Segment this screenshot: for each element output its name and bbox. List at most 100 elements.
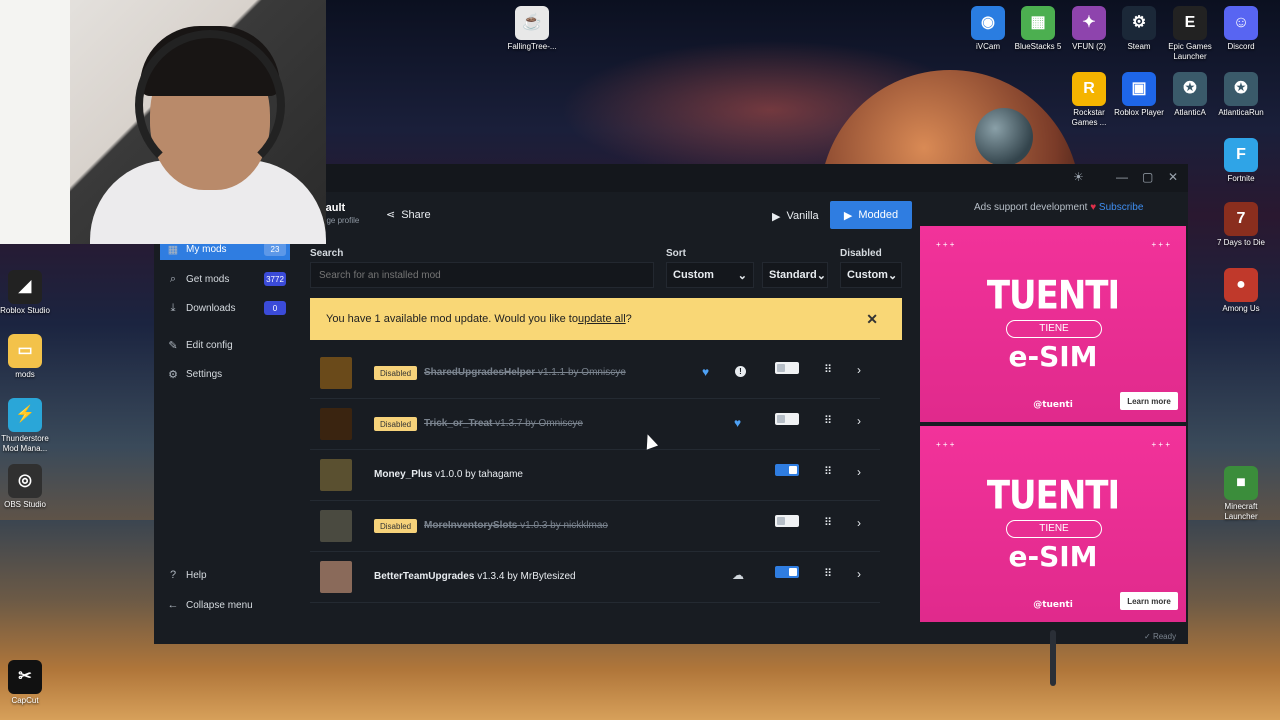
mod-row[interactable]: BetterTeamUpgrades v1.3.4 by MrBytesized… (310, 552, 880, 603)
sort-order-select[interactable]: Standard ⌄ (762, 262, 828, 288)
tuenti-ad[interactable]: + + + + + + TUENTI TIENE e-SIM @tuenti Learn m… (920, 426, 1186, 622)
change-profile-link[interactable]: nge profile (322, 216, 359, 225)
collapse-arrow-icon: ← (167, 599, 179, 611)
sidebar-item-settings[interactable]: ⚙ Settings (160, 363, 290, 385)
mod-row[interactable]: Disabled Trick_or_Treat v1.3.7 by Omniscy… (310, 399, 880, 450)
app-icon: F (1224, 138, 1258, 172)
desktop-icon[interactable]: ✪ AtlanticA (1162, 72, 1218, 118)
ad-brand: TUENTI (986, 473, 1120, 519)
minimize-button[interactable]: — (1116, 170, 1128, 184)
heart-icon: ♥ (1090, 202, 1097, 213)
enable-toggle[interactable] (775, 413, 799, 425)
mod-row[interactable]: Disabled SharedUpgradesHelper v1.1.1 by O… (310, 348, 880, 399)
desktop-icon[interactable]: ◢ Roblox Studio (0, 270, 53, 316)
desktop-icon[interactable]: ◉ iVCam (960, 6, 1016, 52)
learn-more-button[interactable]: Learn more (1120, 592, 1178, 610)
chevron-right-icon[interactable]: › (857, 516, 861, 530)
vanilla-label: Vanilla (786, 210, 819, 222)
close-icon[interactable]: ✕ (866, 311, 878, 328)
collapse-menu-button[interactable]: ← Collapse menu (160, 594, 290, 616)
mod-thumbnail (320, 459, 352, 491)
desktop-icon[interactable]: ▦ BlueStacks 5 (1010, 6, 1066, 52)
desktop-icon[interactable]: ✦ VFUN (2) (1061, 6, 1117, 52)
desktop-icon[interactable]: ✂ CapCut (0, 660, 53, 706)
tuenti-ad[interactable]: + + + + + + TUENTI TIENE e-SIM @tuenti Learn m… (920, 226, 1186, 422)
help-link[interactable]: ? Help (160, 564, 290, 586)
scrollbar[interactable] (1050, 630, 1056, 686)
sidebar-item-get-mods[interactable]: ⌕ Get mods 3772 (160, 268, 290, 290)
desktop-icon[interactable]: ▭ mods (0, 334, 53, 380)
sidebar-item-downloads[interactable]: ⤓ Downloads 0 (160, 297, 290, 319)
chevron-right-icon[interactable]: › (857, 567, 861, 581)
mod-thumbnail (320, 510, 352, 542)
search-input[interactable] (310, 262, 654, 288)
curtain (0, 0, 70, 244)
chevron-right-icon[interactable]: › (857, 414, 861, 428)
app-icon: ⚡ (8, 398, 42, 432)
ad-headline: e-SIM (1008, 540, 1098, 573)
desktop-icon[interactable]: ⚙ Steam (1111, 6, 1167, 52)
info-icon[interactable]: ! (735, 366, 746, 377)
desktop-icon[interactable]: ☕ FallingTree-... (504, 6, 560, 52)
donate-heart-icon[interactable]: ♥ (702, 365, 709, 379)
app-icon: ■ (1224, 466, 1258, 500)
enable-toggle[interactable] (775, 566, 799, 578)
mod-name: Trick_or_Treat v1.3.7 by Omniscye (424, 418, 583, 429)
sidebar-item-edit-config[interactable]: ✎ Edit config (160, 334, 290, 356)
desktop-icon[interactable]: ⚡ Thunderstore Mod Mana... (0, 398, 53, 454)
desktop-icon-label: BlueStacks 5 (1014, 42, 1062, 51)
vanilla-button[interactable]: ▶ Vanilla (764, 204, 827, 228)
desktop-icon-label: Epic Games Launcher (1168, 42, 1212, 61)
help-label: Help (186, 569, 207, 581)
desktop-icon-label: mods (15, 370, 35, 379)
drag-handle-icon[interactable]: ⠿ (824, 465, 832, 478)
desktop-icon-label: Roblox Studio (0, 306, 50, 315)
desktop-icon[interactable]: ☺ Discord (1213, 6, 1269, 52)
sidebar-item-label: My mods (186, 243, 227, 255)
drag-handle-icon[interactable]: ⠿ (824, 363, 832, 376)
chevron-right-icon[interactable]: › (857, 465, 861, 479)
desktop-icon[interactable]: ▣ Roblox Player (1111, 72, 1167, 118)
drag-handle-icon[interactable]: ⠿ (824, 567, 832, 580)
desktop-icon-label: Discord (1227, 42, 1255, 51)
ad-pill: TIENE (1006, 320, 1102, 338)
mod-name: BetterTeamUpgrades v1.3.4 by MrBytesized (374, 571, 576, 582)
enable-toggle[interactable] (775, 464, 799, 476)
desktop-icon[interactable]: F Fortnite (1213, 138, 1269, 184)
desktop-icon[interactable]: ✪ AtlanticaRun (1213, 72, 1269, 118)
close-button[interactable]: ✕ (1168, 170, 1178, 184)
mod-version: v1.0.0 by tahagame (435, 469, 523, 480)
ads-panel: Ads support development ♥ Subscribe + + … (920, 192, 1188, 624)
desktop-icon-label: Fortnite (1227, 174, 1255, 183)
update-cloud-icon[interactable]: ☁ (732, 568, 744, 582)
sort-value: Custom (673, 269, 714, 281)
enable-toggle[interactable] (775, 362, 799, 374)
subscribe-link[interactable]: Subscribe (1099, 202, 1143, 213)
enable-toggle[interactable] (775, 515, 799, 527)
desktop-icon[interactable]: ■ Minecraft Launcher (1213, 466, 1269, 522)
nav-icon: ▦ (167, 243, 179, 256)
donate-heart-icon[interactable]: ♥ (734, 416, 741, 430)
learn-more-button[interactable]: Learn more (1120, 392, 1178, 410)
disabled-select[interactable]: Custom ⌄ (840, 262, 902, 288)
theme-icon[interactable]: ☀ (1073, 170, 1084, 184)
maximize-button[interactable]: ▢ (1142, 170, 1153, 184)
app-icon: ✪ (1224, 72, 1258, 106)
mod-row[interactable]: Money_Plus v1.0.0 by tahagame ⠿ › (310, 450, 880, 501)
chevron-right-icon[interactable]: › (857, 363, 861, 377)
desktop-icon[interactable]: ◎ OBS Studio (0, 464, 53, 510)
desktop-icon[interactable]: ● Among Us (1213, 268, 1269, 314)
desktop-icon[interactable]: 7 7 Days to Die (1213, 202, 1269, 248)
update-all-link[interactable]: update all (578, 313, 626, 325)
modded-button[interactable]: ▶ Modded (830, 201, 912, 229)
drag-handle-icon[interactable]: ⠿ (824, 516, 832, 529)
desktop-icon-label: Rockstar Games ... (1071, 108, 1107, 127)
sort-select[interactable]: Custom ⌄ (666, 262, 754, 288)
mod-row[interactable]: Disabled MoreInventorySlots v1.0.3 by nic… (310, 501, 880, 552)
mod-title: MoreInventorySlots (424, 520, 518, 531)
desktop-icon[interactable]: R Rockstar Games ... (1061, 72, 1117, 128)
mod-version: v1.3.4 by MrBytesized (477, 571, 576, 582)
share-button[interactable]: ⋖ Share (386, 208, 431, 222)
desktop-icon[interactable]: E Epic Games Launcher (1162, 6, 1218, 62)
drag-handle-icon[interactable]: ⠿ (824, 414, 832, 427)
